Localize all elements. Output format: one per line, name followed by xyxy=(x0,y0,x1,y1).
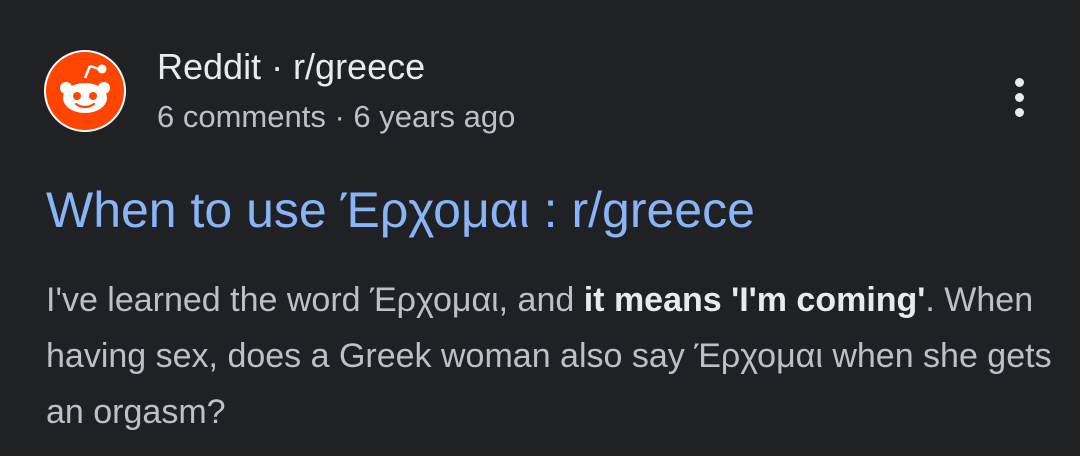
reddit-favicon-icon xyxy=(44,50,126,132)
more-vert-icon[interactable] xyxy=(1002,70,1036,124)
menu-dot xyxy=(1014,107,1024,117)
search-result-card: Reddit · r/greece 6 comments · 6 years a… xyxy=(0,0,1080,456)
menu-dot xyxy=(1014,92,1024,102)
result-meta: 6 comments · 6 years ago xyxy=(157,99,516,134)
snippet-highlight: it means 'I'm coming' xyxy=(583,281,926,319)
result-title-link[interactable]: When to use Έρχομαι : r/greece xyxy=(46,180,755,240)
result-snippet: I've learned the word Έρχομαι, and it me… xyxy=(46,272,1056,440)
result-source[interactable]: Reddit · r/greece xyxy=(157,46,425,88)
result-header[interactable]: Reddit · r/greece 6 comments · 6 years a… xyxy=(44,46,1044,136)
menu-dot xyxy=(1014,77,1024,87)
snippet-text-start: I've learned the word Έρχομαι, and xyxy=(46,281,584,319)
